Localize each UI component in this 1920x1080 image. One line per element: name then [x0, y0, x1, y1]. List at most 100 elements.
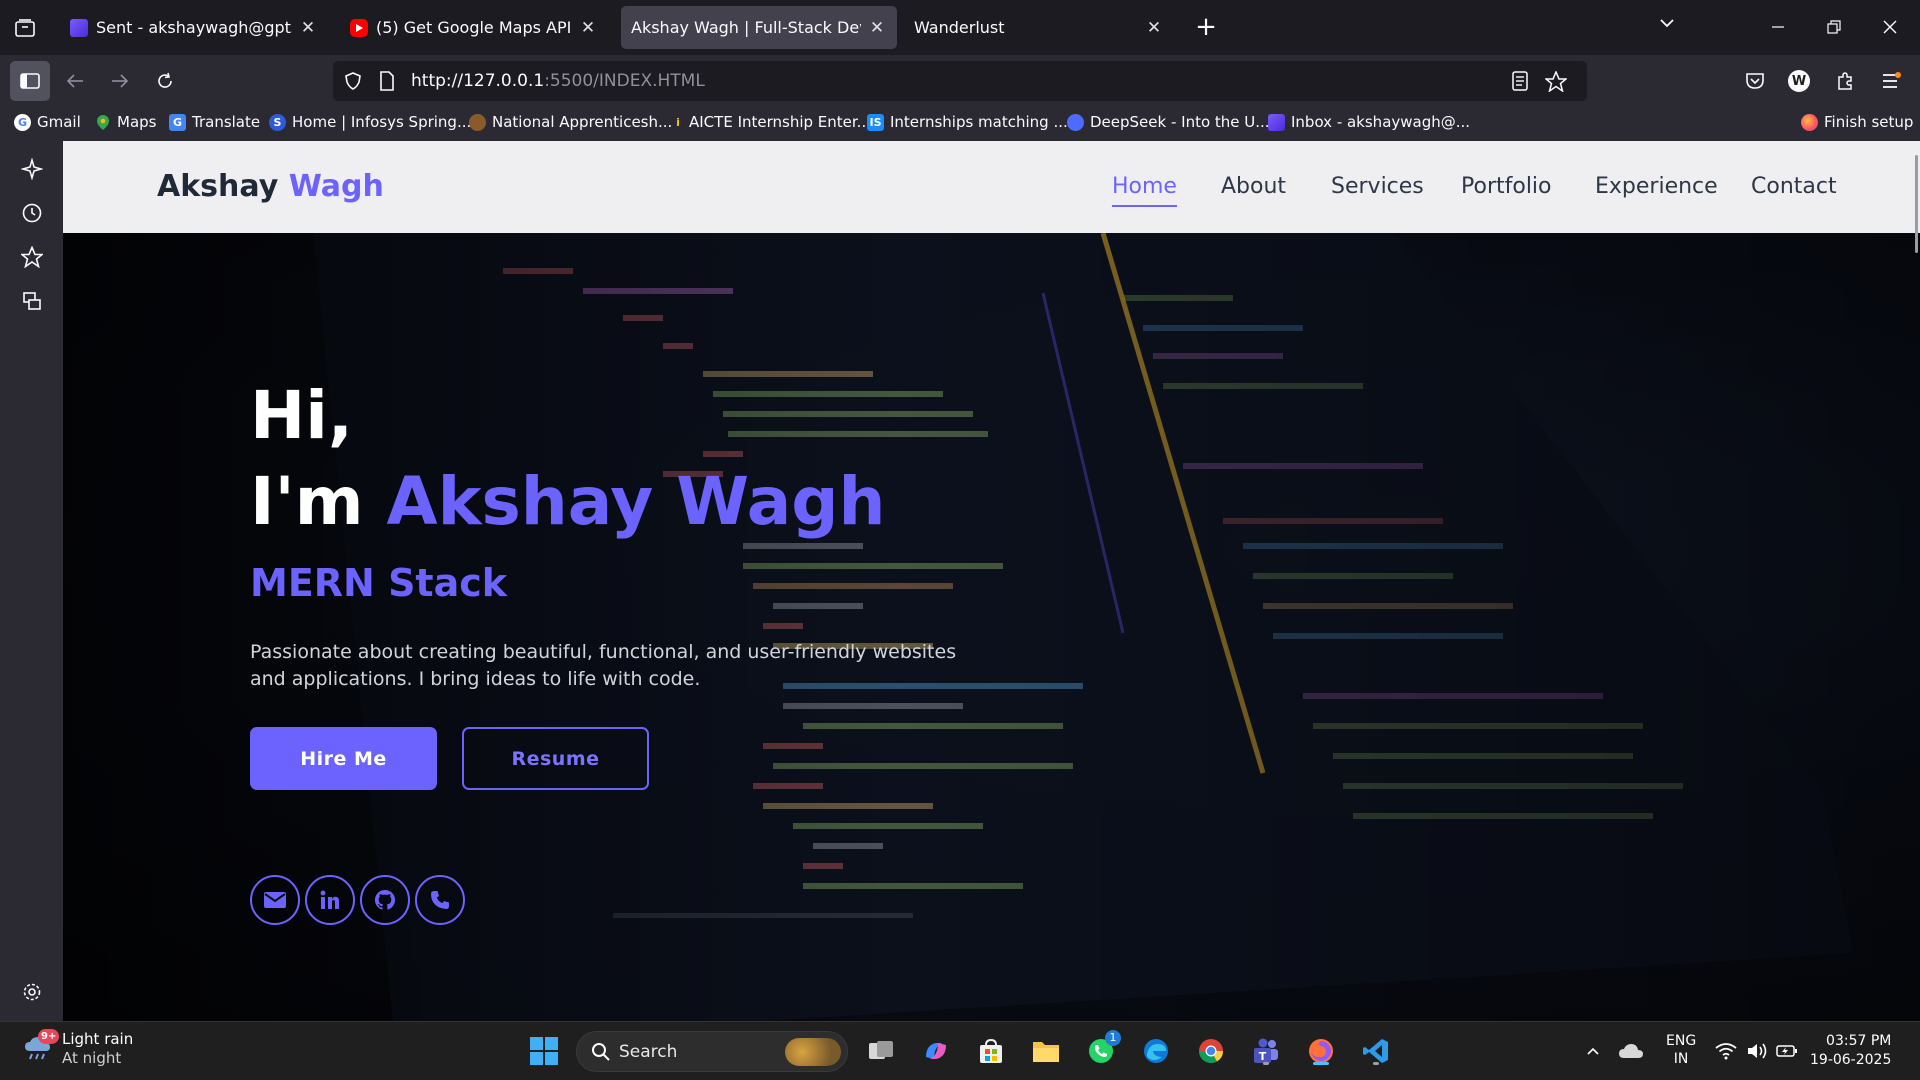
- weather-time-of-day: At night: [62, 1049, 122, 1067]
- list-all-tabs-button[interactable]: [1658, 14, 1676, 36]
- whatsapp-app[interactable]: 1: [1084, 1030, 1121, 1068]
- pocket-icon[interactable]: [1741, 67, 1769, 95]
- close-tab-icon[interactable]: ✕: [578, 18, 598, 38]
- restore-button[interactable]: [1814, 10, 1854, 44]
- email-link[interactable]: [250, 875, 300, 925]
- taskbar-search[interactable]: Search: [576, 1031, 848, 1072]
- copilot-app[interactable]: [919, 1034, 953, 1068]
- url-text[interactable]: http://127.0.0.1:5500/INDEX.HTML: [411, 71, 705, 91]
- site-header: Akshay Wagh Home About Services Portfoli…: [63, 141, 1920, 233]
- reload-button[interactable]: [147, 63, 183, 99]
- language-indicator[interactable]: ENG IN: [1666, 1032, 1696, 1068]
- minimize-button[interactable]: [1758, 10, 1798, 44]
- firefox-view-button[interactable]: [10, 14, 40, 42]
- resume-button[interactable]: Resume: [462, 727, 649, 790]
- windows-logo-icon: [530, 1037, 558, 1065]
- nav-services[interactable]: Services: [1331, 174, 1424, 199]
- close-window-button[interactable]: [1870, 10, 1910, 44]
- vscode-app[interactable]: [1359, 1034, 1393, 1068]
- battery-button[interactable]: [1770, 1034, 1804, 1068]
- volume-button[interactable]: [1740, 1034, 1774, 1068]
- synced-tabs-icon[interactable]: [20, 289, 44, 313]
- history-icon[interactable]: [20, 201, 44, 225]
- w-extension-icon[interactable]: W: [1785, 67, 1813, 95]
- extensions-puzzle-icon[interactable]: [1831, 67, 1859, 95]
- search-highlight-image: [785, 1037, 841, 1066]
- close-tab-icon[interactable]: ✕: [298, 18, 318, 38]
- reload-icon: [158, 72, 172, 88]
- sidebar-toggle-button[interactable]: [10, 61, 50, 101]
- bookmark-label: Maps: [117, 113, 157, 131]
- chrome-app[interactable]: [1194, 1034, 1228, 1068]
- bookmark-internshala[interactable]: IS Internships matching ...: [867, 113, 1068, 131]
- cloud-icon: [1619, 1044, 1643, 1058]
- logo-first-name: Akshay: [157, 169, 279, 204]
- linkedin-link[interactable]: [305, 875, 355, 925]
- taskbar-clock[interactable]: 03:57 PM 19-06-2025: [1810, 1032, 1891, 1070]
- bookmark-aicte[interactable]: i AICTE Internship Enter...: [673, 113, 871, 131]
- finish-setup-button[interactable]: Finish setup: [1801, 113, 1913, 131]
- onedrive-button[interactable]: [1614, 1034, 1648, 1068]
- phone-icon: [431, 891, 449, 909]
- bookmark-deepseek[interactable]: DeepSeek - Into the U...: [1067, 113, 1270, 131]
- ai-chatbot-icon[interactable]: [20, 157, 44, 181]
- phone-link[interactable]: [415, 875, 465, 925]
- close-tab-icon[interactable]: ✕: [867, 18, 887, 38]
- close-tab-icon[interactable]: ✕: [1144, 18, 1164, 38]
- search-icon: [592, 1042, 610, 1061]
- tab-wanderlust[interactable]: Wanderlust ✕: [904, 6, 1174, 49]
- tab-portfolio[interactable]: Akshay Wagh | Full-Stack Developer ✕: [621, 6, 897, 49]
- start-button[interactable]: [527, 1034, 561, 1068]
- page-info-icon[interactable]: [379, 71, 395, 95]
- nav-home[interactable]: Home: [1112, 174, 1177, 207]
- nav-contact[interactable]: Contact: [1751, 174, 1837, 199]
- github-link[interactable]: [360, 875, 410, 925]
- firefox-app[interactable]: [1304, 1034, 1338, 1068]
- teams-app[interactable]: T: [1249, 1034, 1283, 1068]
- bookmark-maps[interactable]: Maps: [94, 113, 156, 131]
- nav-experience[interactable]: Experience: [1595, 174, 1718, 199]
- chevron-up-icon: [1587, 1047, 1599, 1055]
- tab-title: Sent - akshaywagh@gptsoftwar: [96, 18, 292, 37]
- bookmark-infosys[interactable]: S Home | Infosys Spring...: [269, 113, 471, 131]
- copilot-icon: [926, 1043, 946, 1059]
- edge-icon: [1144, 1039, 1168, 1063]
- app-menu-icon[interactable]: [1877, 67, 1905, 95]
- tracking-protection-icon[interactable]: [343, 71, 363, 95]
- navigation-toolbar: http://127.0.0.1:5500/INDEX.HTML W: [0, 55, 1920, 107]
- language-code: ENG: [1666, 1033, 1697, 1049]
- back-arrow-icon: [66, 74, 83, 88]
- show-hidden-icons-button[interactable]: [1576, 1034, 1610, 1068]
- bookmark-star-icon[interactable]: [1543, 70, 1569, 96]
- tab-google-maps-api[interactable]: (5) Get Google Maps API Key in ✕: [340, 6, 608, 49]
- new-tab-button[interactable]: +: [1190, 12, 1222, 44]
- bookmark-gmail[interactable]: G Gmail: [14, 113, 81, 131]
- bookmarks-star-icon[interactable]: [20, 245, 44, 269]
- tab-sent-mail[interactable]: Sent - akshaywagh@gptsoftwar ✕: [60, 6, 328, 49]
- reader-view-icon[interactable]: [1511, 71, 1529, 95]
- file-explorer-app[interactable]: [1029, 1034, 1063, 1068]
- nav-portfolio[interactable]: Portfolio: [1461, 174, 1552, 199]
- hero-name: Akshay Wagh: [386, 463, 886, 540]
- url-bar[interactable]: http://127.0.0.1:5500/INDEX.HTML: [333, 61, 1587, 101]
- forward-button[interactable]: [102, 63, 138, 99]
- hire-me-button[interactable]: Hire Me: [250, 727, 437, 790]
- search-label: Search: [619, 1041, 678, 1062]
- edge-app[interactable]: [1139, 1034, 1173, 1068]
- bookmark-apprenticeship[interactable]: National Apprenticesh...: [469, 113, 672, 131]
- site-logo[interactable]: Akshay Wagh: [157, 169, 384, 204]
- nav-about[interactable]: About: [1221, 174, 1286, 199]
- microsoft-store-app[interactable]: [974, 1034, 1008, 1068]
- sidebar-settings-icon[interactable]: [20, 980, 44, 1004]
- bookmark-inbox[interactable]: Inbox - akshaywagh@...: [1268, 113, 1470, 131]
- page-scrollbar[interactable]: [1915, 155, 1918, 253]
- bookmark-translate[interactable]: G Translate: [169, 113, 260, 131]
- task-view-icon: [869, 1041, 893, 1059]
- network-button[interactable]: [1709, 1034, 1743, 1068]
- task-view-button[interactable]: [864, 1034, 898, 1068]
- bookmark-label: Gmail: [37, 113, 81, 131]
- weather-widget[interactable]: 9+ Light rain At night: [22, 1029, 133, 1068]
- tab-title: Wanderlust: [914, 18, 1005, 37]
- back-button[interactable]: [57, 63, 93, 99]
- tab-title: Akshay Wagh | Full-Stack Developer: [631, 18, 861, 37]
